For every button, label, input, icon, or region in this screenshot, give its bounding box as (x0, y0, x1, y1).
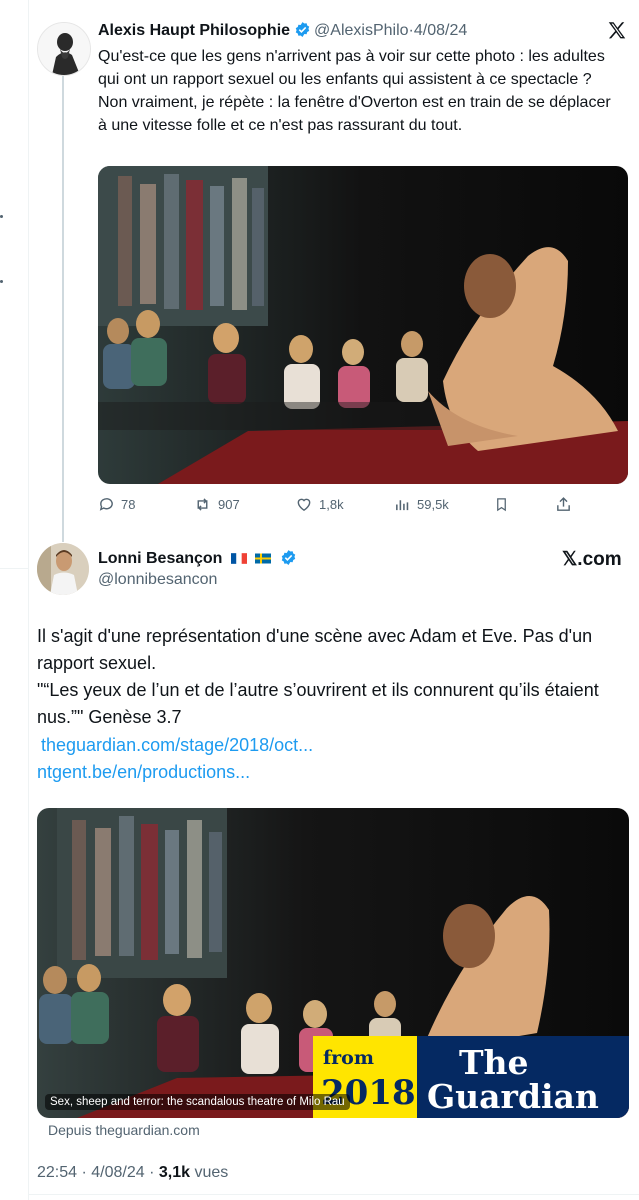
x-brand-label[interactable]: 𝕏.com (562, 548, 622, 571)
bookmark-button[interactable] (494, 496, 515, 513)
x-logo-icon[interactable] (606, 20, 628, 42)
author-handle[interactable]: @lonnibesancon (98, 570, 217, 590)
reply-icon (99, 498, 113, 511)
repost-icon (197, 498, 208, 511)
reply-button[interactable]: 78 (98, 496, 135, 513)
author-name[interactable]: Lonni Besançon (98, 550, 222, 567)
tweet-paragraph: Il s'agit d'une représentation d'une scè… (37, 626, 593, 673)
views-label: vues (194, 1164, 229, 1181)
tweet-photo[interactable] (98, 166, 628, 484)
repost-button[interactable]: 907 (193, 496, 240, 513)
sweden-flag-icon (255, 553, 272, 564)
quoted-tweet-header: Alexis Haupt Philosophie @AlexisPhilo·4/0… (98, 20, 467, 42)
tweet-paragraph: "“Les yeux de l’un et de l’autre s’ouvri… (37, 680, 599, 727)
views-count: 59,5k (417, 497, 449, 512)
heart-icon (297, 498, 311, 512)
tweet-meta: 22:54 · 4/08/24 · 3,1k vues (37, 1164, 229, 1181)
main-tweet-text: Il s'agit d'une représentation d'une scè… (37, 623, 632, 731)
timeline-border (28, 0, 29, 1200)
tweet-date[interactable]: 4/08/24 (91, 1164, 144, 1181)
tweet-paragraph: Non vraiment, je répète : la fenêtre d'O… (98, 94, 611, 134)
tweet-paragraph: Qu'est-ce que les gens n'arrivent pas à … (98, 48, 605, 88)
views-count: 3,1k (158, 1164, 191, 1181)
ntgent-link[interactable]: ntgent.be/en/productions... (37, 760, 250, 784)
repost-count: 907 (218, 497, 240, 512)
verified-badge-icon (295, 22, 310, 37)
views-button[interactable]: 59,5k (394, 496, 449, 513)
edge-dot (0, 215, 3, 218)
analytics-icon (396, 500, 409, 511)
divider (0, 568, 28, 569)
verified-badge-icon (281, 550, 296, 565)
tweet-actions: 78 907 1,8k 59,5k (98, 496, 628, 516)
badge-brand-line2: Guardian (427, 1077, 599, 1116)
share-button[interactable] (555, 496, 578, 513)
author-handle[interactable]: @AlexisPhilo (314, 22, 409, 39)
avatar[interactable] (37, 22, 91, 76)
tweet-date[interactable]: 4/08/24 (414, 22, 467, 39)
france-flag-icon (230, 553, 247, 564)
like-button[interactable]: 1,8k (295, 496, 344, 513)
bookmark-icon (497, 498, 506, 512)
author-name[interactable]: Alexis Haupt Philosophie (98, 22, 290, 39)
share-icon (557, 497, 570, 511)
link-card-image[interactable]: from 2018 The Guardian Sex, sheep and te… (37, 808, 629, 1118)
reply-count: 78 (121, 497, 136, 512)
author-name-row: Lonni Besançon (98, 548, 300, 570)
badge-from: from (323, 1047, 374, 1069)
guardian-link[interactable]: theguardian.com/stage/2018/oct... (41, 733, 313, 757)
divider (28, 1194, 639, 1195)
like-count: 1,8k (319, 497, 344, 512)
card-source[interactable]: Depuis theguardian.com (48, 1122, 200, 1138)
edge-dot (0, 280, 3, 283)
card-caption: Sex, sheep and terror: the scandalous th… (45, 1094, 350, 1110)
thread-line (62, 76, 64, 542)
guardian-badge: from 2018 The Guardian (313, 1036, 629, 1118)
quoted-tweet-text: Qu'est-ce que les gens n'arrivent pas à … (98, 45, 623, 137)
tweet-time[interactable]: 22:54 (37, 1164, 77, 1181)
avatar[interactable] (37, 543, 89, 595)
